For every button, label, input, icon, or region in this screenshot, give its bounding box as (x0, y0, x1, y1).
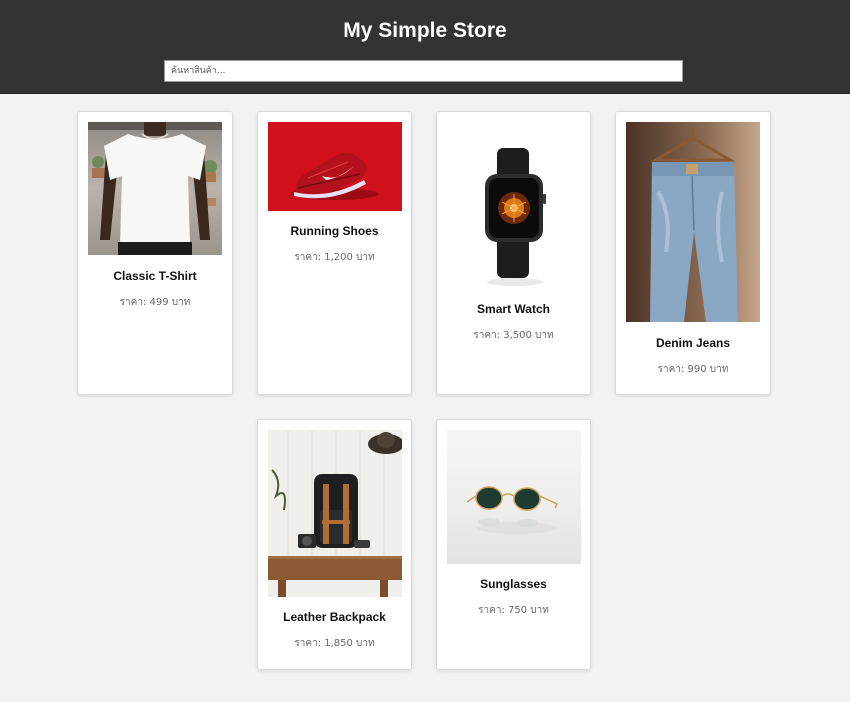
product-name: Running Shoes (290, 224, 379, 238)
tshirt-image (88, 122, 222, 255)
product-card-classic-tshirt[interactable]: Classic T-Shirt ราคา: 499 บาท (77, 111, 233, 395)
product-card-smart-watch[interactable]: Smart Watch ราคา: 3,500 บาท (436, 111, 591, 395)
store-header: My Simple Store (0, 0, 850, 94)
product-card-running-shoes[interactable]: Running Shoes ราคา: 1,200 บาท (257, 111, 412, 395)
leather-backpack-image (268, 430, 402, 597)
product-price: ราคา: 1,850 บาท (294, 638, 375, 649)
product-price: ราคา: 1,200 บาท (294, 252, 375, 263)
denim-jeans-image (626, 122, 760, 322)
product-name: Leather Backpack (283, 610, 386, 624)
product-name: Sunglasses (480, 577, 547, 591)
product-name: Classic T-Shirt (113, 269, 197, 283)
product-price: ราคา: 3,500 บาท (473, 330, 554, 341)
product-card-sunglasses[interactable]: Sunglasses ราคา: 750 บาท (436, 419, 591, 670)
product-name: Denim Jeans (655, 336, 731, 350)
product-card-leather-backpack[interactable]: Leather Backpack ราคา: 1,850 บาท (257, 419, 412, 670)
search-input[interactable] (164, 60, 683, 82)
sunglasses-image (447, 430, 581, 564)
product-card-denim-jeans[interactable]: Denim Jeans ราคา: 990 บาท (615, 111, 771, 395)
product-price: ราคา: 750 บาท (478, 605, 549, 616)
running-shoe-image (268, 122, 402, 211)
product-price: ราคา: 499 บาท (119, 297, 191, 308)
product-name: Smart Watch (477, 302, 550, 316)
store-title: My Simple Store (343, 19, 507, 42)
product-price: ราคา: 990 บาท (657, 364, 729, 375)
smart-watch-image (447, 122, 581, 289)
